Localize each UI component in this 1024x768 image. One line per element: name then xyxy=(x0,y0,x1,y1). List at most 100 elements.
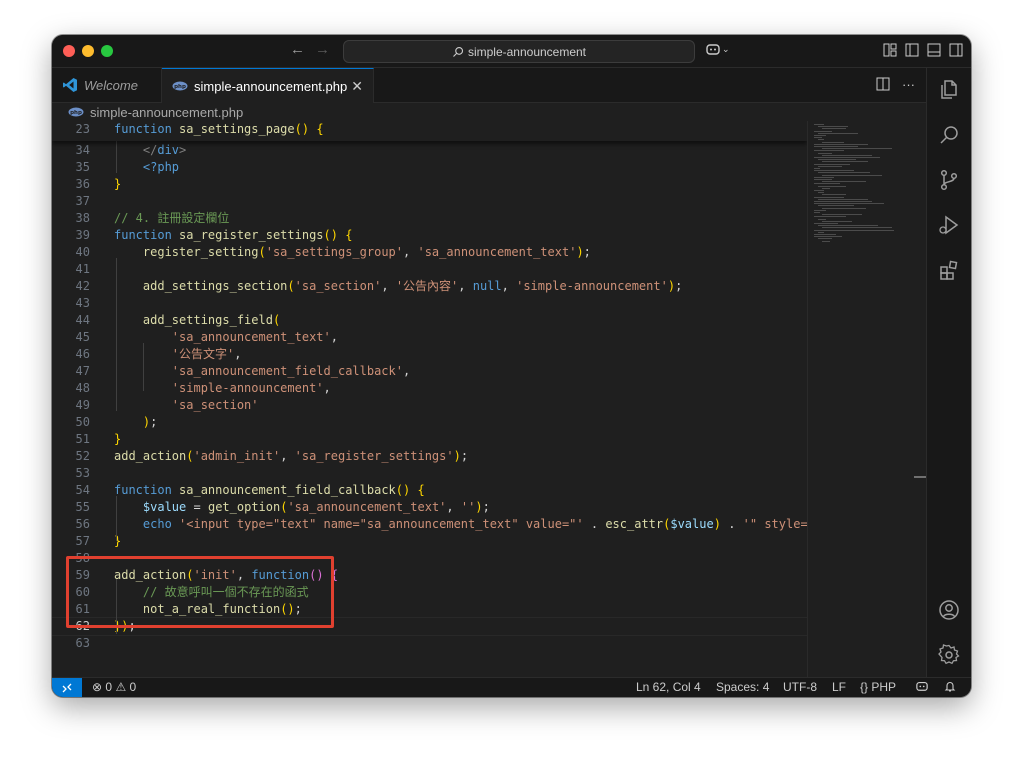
indentation[interactable]: Spaces: 4 xyxy=(716,680,769,694)
split-editor-icon[interactable] xyxy=(876,77,890,94)
cursor-position[interactable]: Ln 62, Col 4 xyxy=(636,680,701,694)
minimap-line xyxy=(818,172,870,174)
toggle-sidebar-icon[interactable] xyxy=(905,43,919,57)
code-line[interactable]: 45 'sa_announcement_text', xyxy=(52,329,807,346)
tab-simple-announcement[interactable]: php simple-announcement.php ✕ xyxy=(162,68,374,103)
scrollbar-marker[interactable] xyxy=(914,476,926,478)
search-icon[interactable] xyxy=(937,123,961,147)
problems-indicator[interactable]: ⊗ 0 ⚠ 0 xyxy=(92,680,136,694)
minimap-line xyxy=(814,179,832,180)
code-line[interactable]: 57} xyxy=(52,533,807,550)
minimap-line xyxy=(814,130,832,132)
line-number: 40 xyxy=(75,245,90,259)
minimap-line xyxy=(822,141,844,143)
editor-tabs: Welcome php simple-announcement.php ✕ ··… xyxy=(52,68,927,103)
code-line[interactable]: 46 '公告文字', xyxy=(52,346,807,363)
code-line[interactable]: 49 'sa_section' xyxy=(52,397,807,414)
minimap-line xyxy=(822,207,866,209)
encoding[interactable]: UTF-8 xyxy=(783,680,817,694)
code-line[interactable]: 63 xyxy=(52,635,807,652)
copilot-menu-button[interactable]: ⌄ xyxy=(705,42,730,56)
minimap-line xyxy=(814,209,826,211)
minimap-line xyxy=(822,240,830,242)
extensions-icon[interactable] xyxy=(937,258,961,282)
line-number: 57 xyxy=(75,534,90,548)
copilot-status-icon[interactable] xyxy=(915,680,929,695)
account-icon[interactable] xyxy=(937,598,961,622)
code-line[interactable]: 35 <?php xyxy=(52,159,807,176)
source-control-icon[interactable] xyxy=(937,168,961,192)
vscode-logo-icon xyxy=(62,77,78,93)
command-center-search[interactable]: simple-announcement xyxy=(343,40,695,63)
line-number: 35 xyxy=(75,160,90,174)
close-window-button[interactable] xyxy=(63,45,75,57)
language-mode[interactable]: {} PHP xyxy=(860,680,896,694)
minimap-line xyxy=(822,187,830,189)
minimap-line xyxy=(814,196,844,198)
minimap-line xyxy=(814,146,858,147)
close-icon[interactable]: ✕ xyxy=(351,78,363,95)
code-line[interactable]: 36} xyxy=(52,176,807,193)
code-line[interactable]: 56 echo '<input type="text" name="sa_ann… xyxy=(52,516,807,533)
code-line[interactable]: 54 function sa_announcement_field_callbac… xyxy=(52,482,807,499)
status-bar: ⊗ 0 ⚠ 0 Ln 62, Col 4 Spaces: 4 UTF-8 LF … xyxy=(52,677,971,697)
remote-indicator-icon[interactable] xyxy=(52,678,82,697)
line-number: 47 xyxy=(75,364,90,378)
forward-arrow-icon[interactable]: → xyxy=(315,41,330,58)
minimap-line xyxy=(814,183,840,185)
minimize-window-button[interactable] xyxy=(82,45,94,57)
language-label: PHP xyxy=(871,680,897,694)
minimap-line xyxy=(818,132,858,134)
code-line[interactable]: 55 $value = get_option('sa_announcement_… xyxy=(52,499,807,516)
toggle-panel-icon[interactable] xyxy=(927,43,941,57)
breadcrumb[interactable]: php simple-announcement.php xyxy=(52,103,927,121)
code-line[interactable]: 47 'sa_announcement_field_callback', xyxy=(52,363,807,380)
minimap-line xyxy=(818,165,842,167)
minimap-line xyxy=(818,231,824,233)
code-line[interactable]: 39 function sa_register_settings() { xyxy=(52,227,807,244)
code-line[interactable]: 51} xyxy=(52,431,807,448)
code-line[interactable]: 52 add_action('admin_init', 'sa_register_… xyxy=(52,448,807,465)
svg-text:php: php xyxy=(174,84,186,90)
line-number: 41 xyxy=(75,262,90,276)
code-line[interactable]: 40 register_setting('sa_settings_group',… xyxy=(52,244,807,261)
customize-layout-icon[interactable] xyxy=(883,43,897,57)
minimap-line xyxy=(818,152,832,154)
gear-icon[interactable] xyxy=(937,643,961,667)
code-line[interactable]: 48 'simple-announcement', xyxy=(52,380,807,397)
bell-icon[interactable] xyxy=(944,680,956,695)
code-line[interactable]: 44 add_settings_field( xyxy=(52,312,807,329)
zoom-window-button[interactable] xyxy=(101,45,113,57)
line-number: 36 xyxy=(75,177,90,191)
minimap-line xyxy=(822,214,862,216)
minimap-line xyxy=(814,216,846,218)
indent-guide xyxy=(116,496,117,541)
code-line[interactable]: 34 </div> xyxy=(52,142,807,159)
minimap-line xyxy=(814,176,834,178)
more-actions-icon[interactable]: ··· xyxy=(902,77,915,94)
minimap-line xyxy=(814,223,838,224)
code-line[interactable]: 41 xyxy=(52,261,807,278)
back-arrow-icon[interactable]: ← xyxy=(290,41,305,58)
minimap-line xyxy=(814,203,884,205)
minimap[interactable] xyxy=(807,121,928,677)
line-ending[interactable]: LF xyxy=(832,680,846,694)
code-line[interactable]: 38// 4. 註冊設定欄位 xyxy=(52,210,807,227)
line-number: 45 xyxy=(75,330,90,344)
run-debug-icon[interactable] xyxy=(937,213,961,237)
minimap-line xyxy=(814,168,820,169)
code-line[interactable]: 42 add_settings_section('sa_section', '公… xyxy=(52,278,807,295)
minimap-line xyxy=(814,137,822,139)
minimap-line xyxy=(818,198,868,200)
code-line[interactable]: 50 ); xyxy=(52,414,807,431)
files-icon[interactable] xyxy=(937,78,961,102)
tab-welcome[interactable]: Welcome xyxy=(52,68,162,102)
php-file-icon: php xyxy=(68,107,84,117)
sticky-scroll-line[interactable]: 23 function sa_settings_page() { xyxy=(52,121,807,141)
toggle-secondary-sidebar-icon[interactable] xyxy=(949,43,963,57)
code-line[interactable]: 43 xyxy=(52,295,807,312)
code-line[interactable]: 53 xyxy=(52,465,807,482)
line-number: 50 xyxy=(75,415,90,429)
minimap-line xyxy=(818,185,846,187)
code-line[interactable]: 37 xyxy=(52,193,807,210)
